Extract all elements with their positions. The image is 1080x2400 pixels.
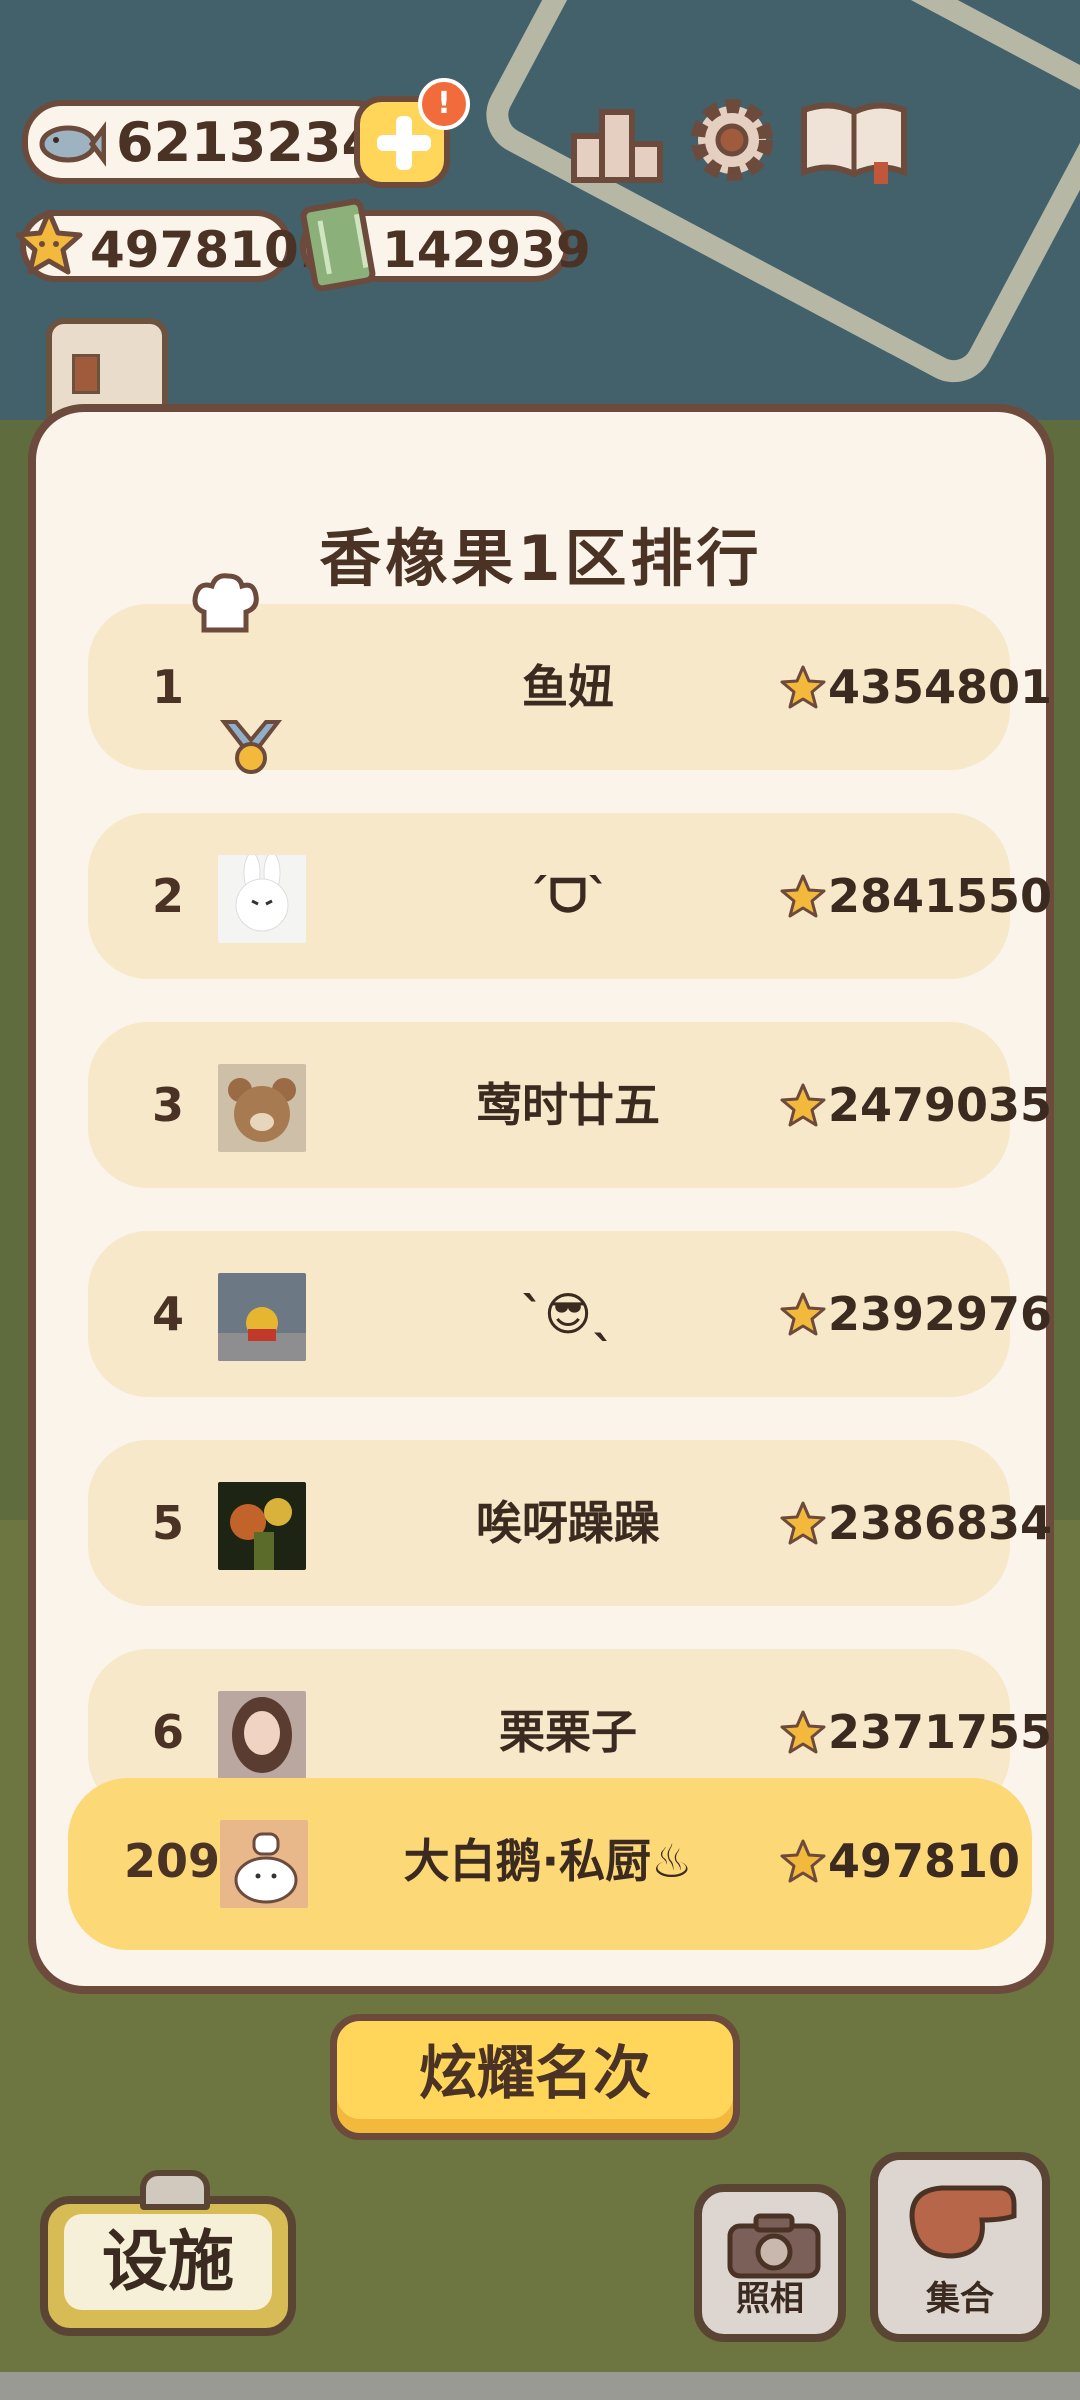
avatar (218, 1691, 306, 1779)
score: 2841550 (828, 869, 1053, 923)
star-icon (780, 1710, 826, 1754)
gather-label: 集合 (926, 2279, 994, 2319)
medal-icon (219, 720, 283, 774)
leaderboard-row-5[interactable]: 5 唉呀躁躁 2386834 (88, 1440, 1052, 1606)
leaderboard-row-2[interactable]: 2 ˊᗜˋ 2841550 (88, 813, 1052, 979)
gear-icon[interactable] (684, 92, 780, 188)
star-icon (780, 1839, 826, 1883)
star-icon (780, 874, 826, 918)
rank: 2 (151, 869, 184, 923)
whistle-icon (909, 2185, 1017, 2259)
star-icon (780, 1083, 826, 1127)
photo-label: 照相 (736, 2279, 804, 2319)
book-icon[interactable] (796, 92, 912, 188)
avatar (218, 1273, 306, 1361)
fish-icon (39, 121, 106, 167)
player-name: 鱼妞 (522, 660, 614, 714)
leaderboard-title: 香橡果1区排行 (319, 522, 763, 595)
avatar (218, 1482, 306, 1570)
rank: 209 (123, 1834, 221, 1888)
star-icon (780, 1292, 826, 1336)
photo-button[interactable]: 照相 (694, 2184, 846, 2342)
clipboard-clip (140, 2170, 210, 2210)
avatar (218, 855, 306, 943)
score: 2392976 (828, 1287, 1053, 1341)
star-count: 497810. (90, 221, 318, 279)
player-name: 大白鹅·私厨♨ (403, 1834, 693, 1888)
leaderboard-panel: 香橡果1区排行 1 鱼妞 4354801 2 ˊᗜˋ 2841550 3 莺时廿… (28, 404, 1054, 1994)
rank: 3 (151, 1078, 184, 1132)
score: 4354801 (828, 660, 1053, 714)
ticket-count: 142939 (382, 221, 591, 279)
chef-hat-icon (192, 573, 259, 633)
player-name: ˊᗜˋ (525, 869, 611, 923)
star-icon (15, 209, 83, 275)
avatar (218, 1064, 306, 1152)
fish-counter: 62132340 (22, 100, 417, 184)
player-name: 莺时廿五 (476, 1078, 660, 1132)
facility-button[interactable]: 设施 (40, 2170, 296, 2336)
player-name: 唉呀躁躁 (476, 1496, 660, 1550)
leaderboard-row-3[interactable]: 3 莺时廿五 2479035 (88, 1022, 1052, 1188)
avatar (220, 1820, 308, 1908)
score: 2386834 (828, 1496, 1053, 1550)
gather-button[interactable]: 集合 (870, 2152, 1050, 2342)
bottom-bar (0, 2372, 1080, 2400)
star-icon (780, 1501, 826, 1545)
score: 497810 (828, 1834, 1021, 1888)
rank: 5 (151, 1496, 184, 1550)
rank: 4 (151, 1287, 184, 1341)
podium-icon[interactable] (568, 92, 666, 188)
alert-badge: ! (418, 78, 470, 130)
leaderboard-row-4[interactable]: 4 ˋ😎ˎ 2392976 (88, 1231, 1052, 1397)
score: 2479035 (828, 1078, 1053, 1132)
share-rank-button[interactable]: 炫耀名次 (330, 2014, 740, 2140)
star-icon (780, 665, 826, 709)
player-name: ˋ😎ˎ (521, 1287, 615, 1341)
facility-label: 设施 (64, 2214, 272, 2310)
leaderboard-row-self[interactable]: 209 大白鹅·私厨♨ 497810 (68, 1778, 1032, 1950)
